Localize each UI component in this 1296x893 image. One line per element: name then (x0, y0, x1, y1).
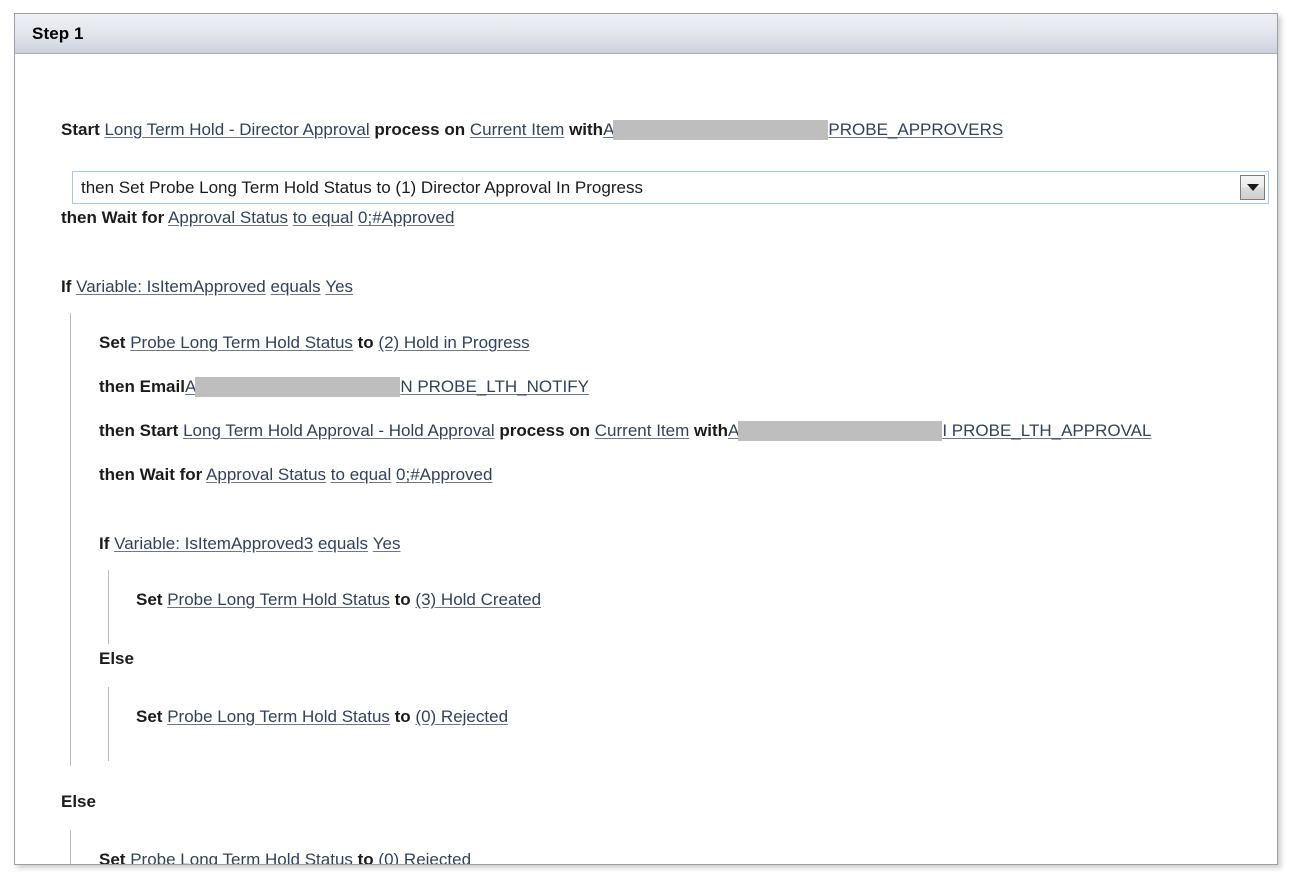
keyword-to: to (357, 850, 374, 864)
link-email-recipient-suffix[interactable]: N PROBE_LTH_NOTIFY (400, 377, 589, 396)
keyword-set: Set (136, 707, 163, 726)
keyword-start: Start (61, 120, 100, 139)
action-wait-approval-status-2[interactable]: then Wait for Approval Status to equal 0… (99, 464, 492, 486)
link-process-name[interactable]: Long Term Hold Approval - Hold Approval (183, 421, 495, 440)
link-wait-operator[interactable]: to equal (293, 208, 354, 227)
condition-else-inner[interactable]: Else (99, 648, 134, 670)
link-status-value[interactable]: (2) Hold in Progress (378, 333, 529, 352)
link-approval-status-field[interactable]: Approval Status (206, 465, 326, 484)
selected-action-text: then Set Probe Long Term Hold Status to … (81, 177, 643, 199)
condition-if-outer[interactable]: If Variable: IsItemApproved equals Yes (61, 276, 353, 298)
link-status-field[interactable]: Probe Long Term Hold Status (130, 333, 353, 352)
link-status-value[interactable]: (3) Hold Created (415, 590, 541, 609)
link-status-value[interactable]: (1) Director Approval In Progress (395, 178, 643, 197)
keyword-to: to (376, 178, 391, 197)
link-wait-operator[interactable]: to equal (331, 465, 392, 484)
keyword-process-on: process on (499, 421, 591, 440)
redaction-block-lth-approval (738, 420, 943, 441)
link-status-field[interactable]: Probe Long Term Hold Status (167, 590, 390, 609)
keyword-to: to (357, 333, 374, 352)
dropdown-button[interactable] (1240, 175, 1265, 200)
link-if-value[interactable]: Yes (373, 534, 401, 553)
keyword-to: to (394, 590, 411, 609)
redaction-block-approvers (613, 119, 829, 140)
link-target-item[interactable]: Current Item (595, 421, 689, 440)
link-status-field[interactable]: Probe Long Term Hold Status (149, 178, 372, 197)
link-if-variable[interactable]: Variable: IsItemApproved3 (114, 534, 313, 553)
keyword-then-set: then Set (81, 178, 145, 197)
indent-guide-inner-else (108, 687, 109, 761)
keyword-if: If (99, 534, 110, 553)
condition-if-inner[interactable]: If Variable: IsItemApproved3 equals Yes (99, 533, 401, 555)
link-status-value[interactable]: (0) Rejected (378, 850, 471, 864)
keyword-then-email: then Email (99, 377, 185, 396)
page-title: Step 1 (32, 23, 84, 43)
keyword-then-wait-for: then Wait for (99, 465, 203, 484)
link-wait-value[interactable]: 0;#Approved (358, 208, 454, 227)
keyword-then-wait-for: then Wait for (61, 208, 165, 227)
link-wait-value[interactable]: 0;#Approved (396, 465, 492, 484)
keyword-else: Else (99, 649, 134, 668)
link-process-name[interactable]: Long Term Hold - Director Approval (104, 120, 369, 139)
keyword-else: Else (61, 792, 96, 811)
keyword-with: with (569, 120, 604, 139)
keyword-with: with (694, 421, 728, 440)
link-association-suffix[interactable]: PROBE_APPROVERS (828, 120, 1003, 139)
link-approval-status-field[interactable]: Approval Status (168, 208, 288, 227)
action-set-status-rejected-inner[interactable]: Set Probe Long Term Hold Status to (0) R… (136, 706, 508, 728)
indent-guide-outer-else (70, 830, 71, 864)
action-set-status-hold-in-progress[interactable]: Set Probe Long Term Hold Status to (2) H… (99, 332, 530, 354)
link-target-item[interactable]: Current Item (470, 120, 564, 139)
indent-guide-outer-if (70, 313, 71, 766)
redaction-block-email-recipient (195, 376, 401, 397)
keyword-process-on: process on (374, 120, 466, 139)
link-if-operator[interactable]: equals (318, 534, 368, 553)
keyword-set: Set (99, 850, 126, 864)
workflow-canvas[interactable]: Start Long Term Hold - Director Approval… (15, 54, 1277, 864)
link-if-value[interactable]: Yes (325, 277, 353, 296)
keyword-then-start: then Start (99, 421, 179, 440)
keyword-set: Set (136, 590, 163, 609)
action-set-status-rejected-outer[interactable]: Set Probe Long Term Hold Status to (0) R… (99, 849, 471, 864)
step-header-bar: Step 1 (15, 14, 1277, 54)
link-status-field[interactable]: Probe Long Term Hold Status (167, 707, 390, 726)
action-start-hold-approval[interactable]: then Start Long Term Hold Approval - Hol… (99, 420, 1151, 442)
link-status-value[interactable]: (0) Rejected (415, 707, 508, 726)
action-wait-approval-status-1[interactable]: then Wait for Approval Status to equal 0… (61, 207, 454, 229)
link-if-variable[interactable]: Variable: IsItemApproved (76, 277, 266, 296)
chevron-down-icon (1246, 184, 1259, 191)
action-set-status-hold-created[interactable]: Set Probe Long Term Hold Status to (3) H… (136, 589, 541, 611)
action-start-director-approval[interactable]: Start Long Term Hold - Director Approval… (61, 119, 1003, 141)
link-if-operator[interactable]: equals (270, 277, 320, 296)
selected-action-row-set-status[interactable]: then Set Probe Long Term Hold Status to … (72, 171, 1269, 204)
workflow-step-window: Step 1 Start Long Term Hold - Director A… (14, 13, 1278, 865)
link-status-field[interactable]: Probe Long Term Hold Status (130, 850, 353, 864)
indent-guide-inner-if (108, 570, 109, 644)
link-association-suffix[interactable]: I PROBE_LTH_APPROVAL (942, 421, 1151, 440)
keyword-if: If (61, 277, 72, 296)
keyword-to: to (394, 707, 411, 726)
condition-else-outer[interactable]: Else (61, 791, 96, 813)
keyword-set: Set (99, 333, 126, 352)
action-email-notify[interactable]: then EmailA N PROBE_LTH_NOTIFY (99, 376, 589, 398)
